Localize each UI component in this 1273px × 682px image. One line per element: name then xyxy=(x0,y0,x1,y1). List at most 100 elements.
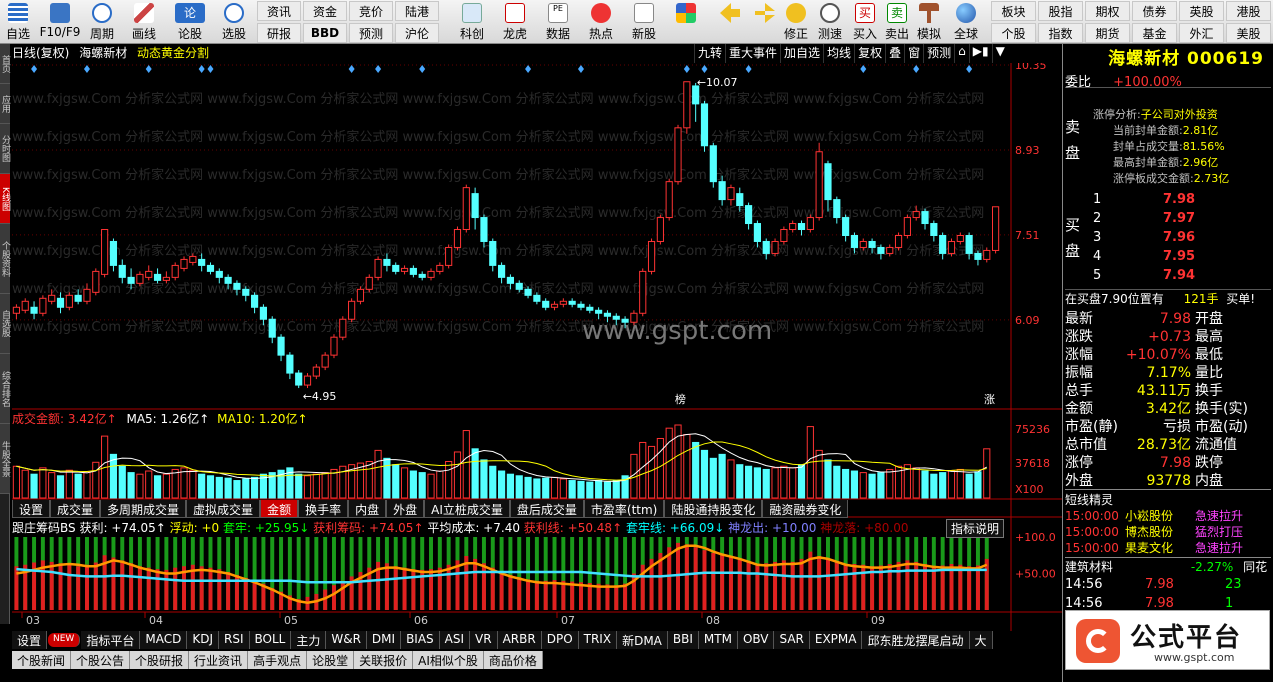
toolbar-period-button[interactable]: 周期 xyxy=(84,0,120,44)
indicator-tab[interactable]: 大 xyxy=(969,631,993,649)
volume-tab[interactable]: 换手率 xyxy=(298,500,349,518)
volume-tab[interactable]: 陆股通持股变化 xyxy=(664,500,763,518)
toolbar-hot-button[interactable]: 热点 xyxy=(581,0,621,44)
toolbar-yinggu-button[interactable]: 英股 xyxy=(1179,1,1224,21)
indicator-tab[interactable]: NEW xyxy=(48,633,81,647)
left-tab-kline[interactable]: K线图 xyxy=(0,174,10,224)
fuquan-button[interactable]: 复权 xyxy=(854,44,885,63)
indicator-tab[interactable]: MACD xyxy=(140,631,188,649)
info-tab[interactable]: 个股新闻 xyxy=(12,651,72,669)
toolbar-gegu-button[interactable]: 个股 xyxy=(991,23,1036,43)
major-events-button[interactable]: 重大事件 xyxy=(725,44,780,63)
toolbar-data-button[interactable]: PE 数据 xyxy=(538,0,578,44)
toolbar-bbd-button[interactable]: BBD xyxy=(303,23,347,43)
kline-chart[interactable]: 10.35 8.93 7.51 6.09 www.fxjgsw.Com 分析家公式网 w… xyxy=(12,63,1062,631)
indicator-tab[interactable]: ASI xyxy=(439,631,471,649)
bid-row[interactable]: 4 7.95 xyxy=(1093,249,1271,268)
volume-tab[interactable]: 外盘 xyxy=(386,500,425,518)
toolbar-zixun-button[interactable]: 资讯 xyxy=(257,1,301,21)
toolbar-jingjia-button[interactable]: 竞价 xyxy=(349,1,393,21)
left-tab-overview[interactable]: 牛股全景 xyxy=(0,424,10,494)
chart-indicator-name[interactable]: 动态黄金分割 xyxy=(137,46,209,60)
toolbar-yanbao-button[interactable]: 研报 xyxy=(257,23,301,43)
info-tab[interactable]: 个股公告 xyxy=(71,651,131,669)
volume-tab[interactable]: 融资融券变化 xyxy=(762,500,849,518)
volume-tab[interactable]: 设置 xyxy=(12,500,51,518)
toolbar-hulun-button[interactable]: 沪伦 xyxy=(395,23,439,43)
toolbar-meigu-button[interactable]: 美股 xyxy=(1226,23,1271,43)
left-tab-apps[interactable]: 应用 xyxy=(0,84,10,124)
toolbar-buy-button[interactable]: 买买入 xyxy=(850,0,880,44)
left-tab-watchlist[interactable]: 自选股 xyxy=(0,294,10,354)
left-tab-stock-info[interactable]: 个股资料 xyxy=(0,224,10,294)
left-tab-home[interactable]: 首页 xyxy=(0,44,10,84)
info-tab[interactable]: 行业资讯 xyxy=(189,651,249,669)
info-tab[interactable]: 商品价格 xyxy=(484,651,543,669)
play-icon[interactable]: ▶▮ xyxy=(968,44,992,63)
volume-tab[interactable]: 盘后成交量 xyxy=(509,500,584,518)
toolbar-zhaiquan-button[interactable]: 债券 xyxy=(1132,1,1177,21)
left-tab-ranking[interactable]: 综合排名 xyxy=(0,354,10,424)
toolbar-waihui-button[interactable]: 外汇 xyxy=(1179,23,1224,43)
bid-row[interactable]: 2 7.97 xyxy=(1093,211,1271,230)
info-tab[interactable]: AI相似个股 xyxy=(413,651,484,669)
toolbar-lungu-button[interactable]: 论论股 xyxy=(170,0,210,44)
toolbar-zijin-button[interactable]: 资金 xyxy=(303,1,347,21)
indicator-tab[interactable]: DPO xyxy=(541,631,579,649)
toolbar-guzhi-button[interactable]: 股指 xyxy=(1038,1,1083,21)
toolbar-qiquan-button[interactable]: 期权 xyxy=(1085,1,1130,21)
volume-tab[interactable]: 虚拟成交量 xyxy=(186,500,261,518)
volume-tab[interactable]: 市盈率(ttm) xyxy=(583,500,665,518)
toolbar-f10-button[interactable]: F10/F9 xyxy=(38,0,82,44)
toolbar-windows-button[interactable] xyxy=(670,0,702,44)
indicator-tab[interactable]: TRIX xyxy=(578,631,618,649)
toolbar-draw-button[interactable]: 画线 xyxy=(124,0,164,44)
volume-tab[interactable]: 多周期成交量 xyxy=(100,500,187,518)
info-tab[interactable]: 关联报价 xyxy=(354,651,414,669)
toolbar-global-button[interactable]: 全球 xyxy=(950,0,982,44)
info-tab[interactable]: 高手观点 xyxy=(248,651,308,669)
toolbar-back-button[interactable] xyxy=(712,0,748,44)
toolbar-qihuo-button[interactable]: 期货 xyxy=(1085,23,1130,43)
toolbar-bankuai-button[interactable]: 板块 xyxy=(991,1,1036,21)
volume-tab[interactable]: 内盘 xyxy=(348,500,387,518)
volume-tab[interactable]: AI立桩成交量 xyxy=(424,500,510,518)
indicator-tab[interactable]: OBV xyxy=(737,631,775,649)
toolbar-yuce-button[interactable]: 预测 xyxy=(349,23,393,43)
add-watchlist-button[interactable]: 加自选 xyxy=(780,44,823,63)
forecast-button[interactable]: 预测 xyxy=(923,44,954,63)
indicator-tab[interactable]: ARBR xyxy=(497,631,542,649)
ma-button[interactable]: 均线 xyxy=(823,44,854,63)
short-line-item[interactable]: 15:00:00 小崧股份 急速拉升 xyxy=(1065,507,1271,523)
short-line-item[interactable]: 15:00:00 果麦文化 急速拉升 xyxy=(1065,539,1271,555)
short-line-item[interactable]: 15:00:00 博杰股份 猛烈打压 xyxy=(1065,523,1271,539)
toolbar-fix-button[interactable]: 修正 xyxy=(780,0,812,44)
toolbar-xuangu-button[interactable]: 选股 xyxy=(214,0,254,44)
toolbar-zhishu-button[interactable]: 指数 xyxy=(1038,23,1083,43)
dropdown-icon[interactable]: ▼ xyxy=(991,44,1008,63)
bid-row[interactable]: 1 7.98 xyxy=(1093,192,1271,211)
toolbar-ganggu-button[interactable]: 港股 xyxy=(1226,1,1271,21)
bid-row[interactable]: 3 7.96 xyxy=(1093,230,1271,249)
window-button[interactable]: 窗 xyxy=(904,44,923,63)
indicator-tab[interactable]: 新DMA xyxy=(617,631,668,649)
toolbar-lugang-button[interactable]: 陆港 xyxy=(395,1,439,21)
indicator-tab[interactable]: BOLL xyxy=(249,631,292,649)
indicator-tab[interactable]: W&R xyxy=(326,631,367,649)
indicator-tab[interactable]: VR xyxy=(470,631,498,649)
toolbar-jijin-button[interactable]: 基金 xyxy=(1132,23,1177,43)
toolbar-updown-button[interactable] xyxy=(752,0,778,44)
volume-tab[interactable]: 成交量 xyxy=(50,500,101,518)
indicator-tab[interactable]: SAR xyxy=(774,631,810,649)
indicator-tab[interactable]: 邱东胜龙摆尾启动 xyxy=(862,631,970,649)
indicator-tab[interactable]: BBI xyxy=(667,631,699,649)
toolbar-speed-button[interactable]: 测速 xyxy=(814,0,846,44)
indicator-help-button[interactable]: 指标说明 xyxy=(946,519,1005,538)
indicator-tab[interactable]: DMI xyxy=(366,631,402,649)
toolbar-longhu-button[interactable]: 龙虎 xyxy=(495,0,535,44)
toolbar-sim-button[interactable]: 模拟 xyxy=(914,0,944,44)
overlay-button[interactable]: 叠 xyxy=(885,44,904,63)
indicator-tab[interactable]: KDJ xyxy=(187,631,219,649)
indicator-tab[interactable]: BIAS xyxy=(401,631,440,649)
bid-row[interactable]: 5 7.94 xyxy=(1093,268,1271,287)
